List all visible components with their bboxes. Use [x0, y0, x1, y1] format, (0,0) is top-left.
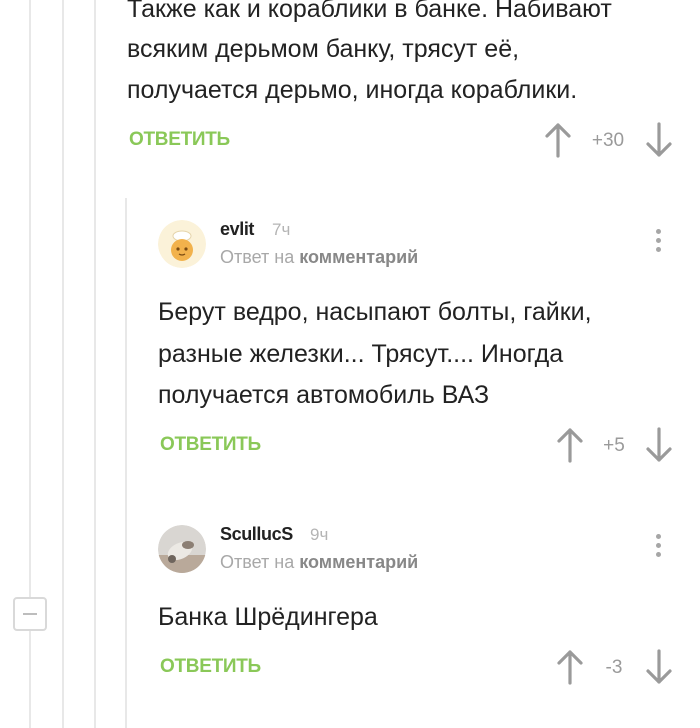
comment-text-line: разные железки... Трясут.... Иногда: [158, 340, 564, 368]
vote-up-button[interactable]: [556, 427, 584, 463]
comment-text-line: Берут ведро, насыпают болты, гайки,: [158, 298, 592, 326]
reply-button[interactable]: ОТВЕТИТЬ: [160, 434, 261, 456]
more-vertical-icon-dot: [655, 543, 661, 548]
vote-up-button[interactable]: [544, 122, 572, 158]
reply-button[interactable]: ОТВЕТИТЬ: [160, 656, 261, 678]
arrow-down-icon: [646, 649, 672, 684]
vote-down-button[interactable]: [645, 427, 673, 463]
comment-text-line: Также как и кораблики в банке. Набивают: [127, 0, 612, 23]
more-vertical-icon: [655, 534, 661, 539]
comment-time: 9ч: [310, 525, 329, 544]
more-vertical-icon-dot: [655, 238, 661, 243]
more-vertical-icon-dot: [655, 552, 661, 557]
vote-up-button[interactable]: [556, 649, 584, 685]
comments-thread: Также как и кораблики в банке. Набивают …: [0, 0, 700, 728]
reply-to-prefix: Ответ на: [220, 552, 295, 572]
reply-to-prefix: Ответ на: [220, 247, 295, 267]
avatar-image: [158, 525, 206, 573]
more-vertical-icon: [655, 229, 661, 234]
comment-text-line: получается дерьмо, иногда кораблики.: [127, 76, 578, 104]
thread-line-outer: [29, 0, 31, 597]
reply-to-link[interactable]: комментарий: [299, 247, 418, 267]
comment-author[interactable]: ScullucS: [220, 524, 293, 545]
arrow-down-icon: [646, 427, 672, 462]
comment-author[interactable]: evlit: [220, 219, 254, 240]
reply-to-link[interactable]: комментарий: [299, 552, 418, 572]
more-vertical-icon-dot: [655, 247, 661, 252]
arrow-up-icon: [545, 123, 571, 158]
arrow-down-icon: [646, 122, 672, 157]
arrow-up-icon: [557, 650, 583, 685]
thread-line-level-3: [125, 198, 127, 728]
reply-to-meta: Ответ на комментарий: [220, 552, 418, 573]
arrow-up-icon: [557, 428, 583, 463]
avatar[interactable]: [158, 220, 206, 268]
vote-down-button[interactable]: [645, 649, 673, 685]
comment-rating: -3: [605, 657, 623, 678]
reply-button[interactable]: ОТВЕТИТЬ: [129, 129, 230, 151]
avatar[interactable]: [158, 525, 206, 573]
collapse-thread-button[interactable]: [13, 597, 47, 631]
thread-line-outer-bottom: [29, 631, 31, 728]
thread-line-level-2: [94, 0, 96, 728]
comment-rating: +30: [591, 130, 625, 151]
vote-down-button[interactable]: [645, 122, 673, 158]
comment-rating: +5: [603, 435, 625, 456]
reply-to-meta: Ответ на комментарий: [220, 247, 418, 268]
comment-time: 7ч: [272, 220, 291, 239]
more-options-button[interactable]: [648, 226, 668, 260]
avatar-image: [158, 220, 206, 268]
thread-line-level-1: [62, 0, 64, 728]
more-options-button[interactable]: [648, 531, 668, 565]
comment-text-line: получается автомобиль ВАЗ: [158, 381, 490, 409]
comment-text-line: всяким дерьмом банку, трясут её,: [127, 35, 520, 63]
comment-text-line: Банка Шрёдингера: [158, 603, 378, 631]
